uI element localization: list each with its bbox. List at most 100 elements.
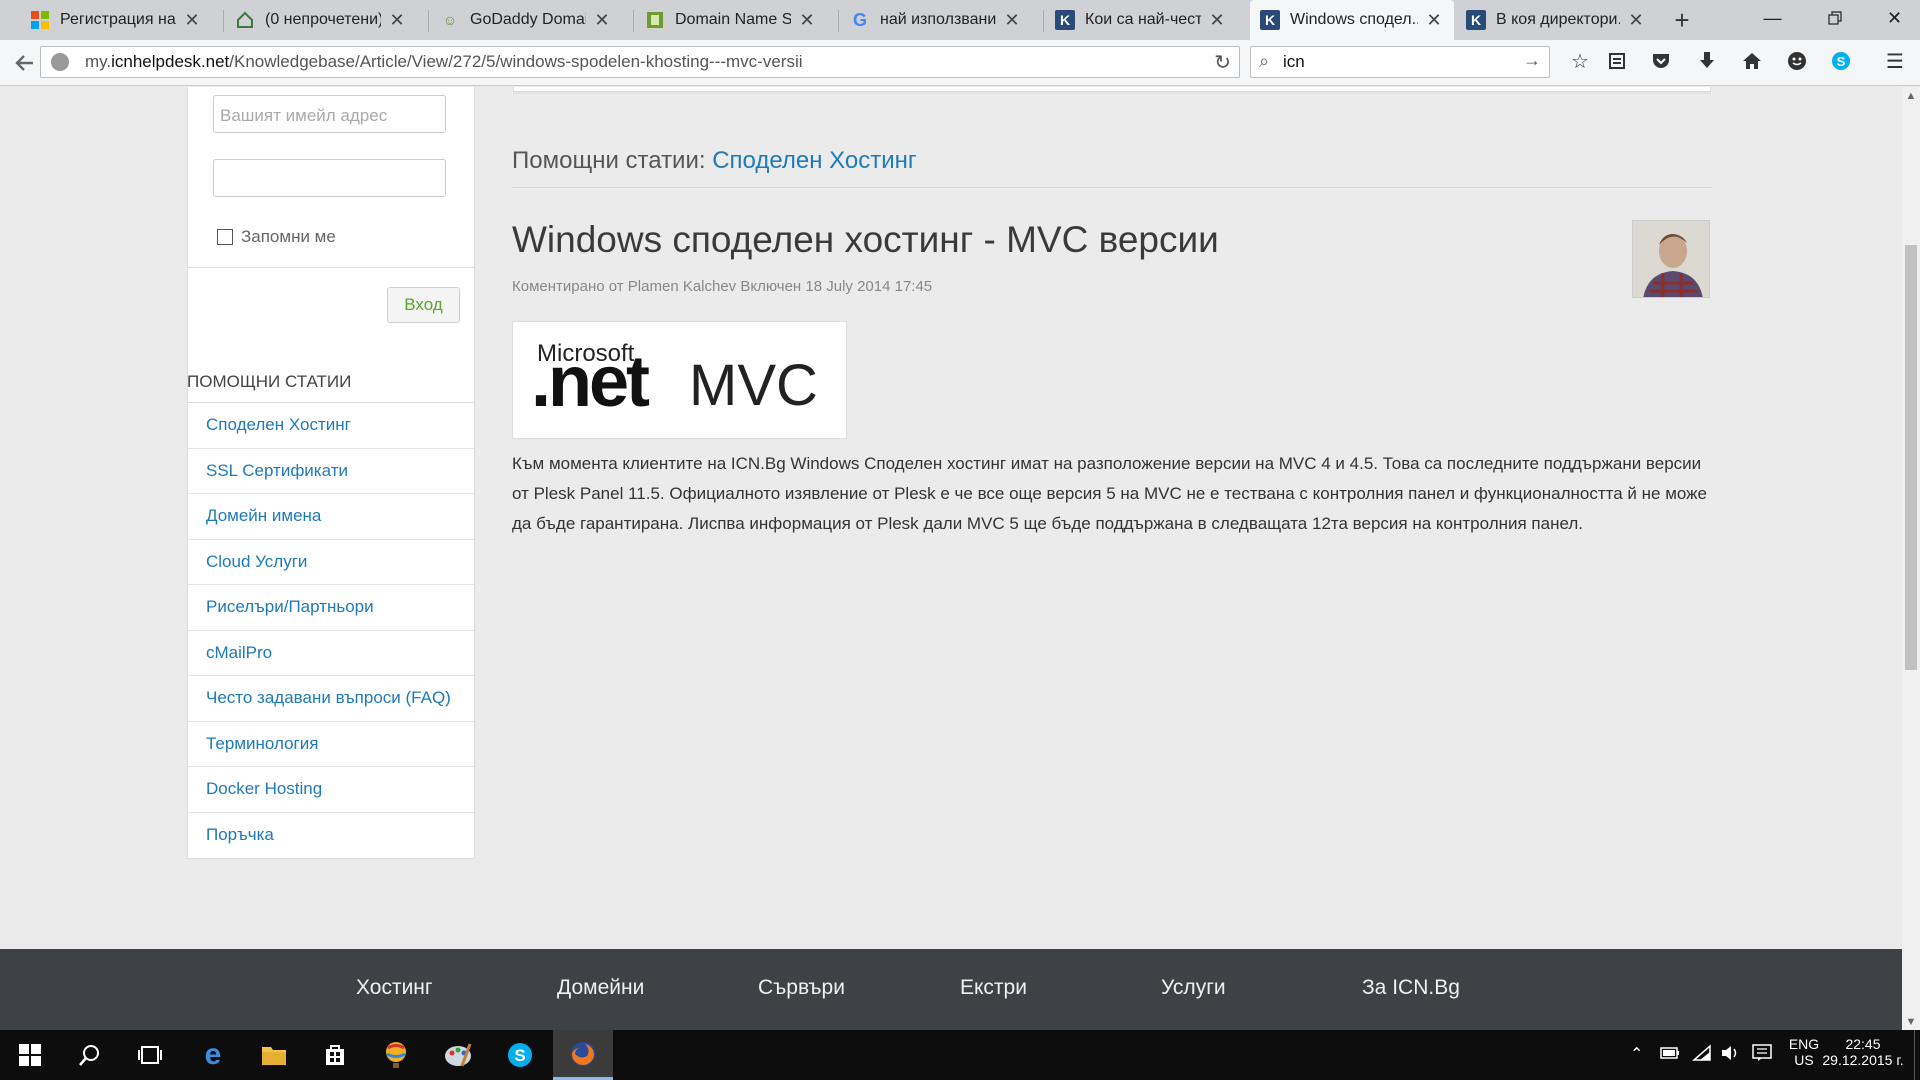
back-button[interactable] (10, 48, 40, 78)
pocket-icon[interactable] (1646, 48, 1676, 74)
new-tab-button[interactable]: + (1662, 0, 1702, 40)
sidebar-heading: ПОМОЩНИ СТАТИИ (187, 372, 352, 391)
show-desktop-button[interactable] (1914, 1030, 1920, 1080)
sidebar-item-faq[interactable]: Често задавани въпроси (FAQ) (188, 676, 474, 722)
close-tab-icon[interactable]: ✕ (387, 10, 407, 31)
bookmark-star-icon[interactable]: ☆ (1565, 48, 1595, 74)
clock-date: 29.12.2015 г. (1822, 1052, 1904, 1068)
browser-tab-4[interactable]: Domain Name S... ✕ (635, 0, 827, 40)
password-field[interactable] (213, 159, 446, 197)
store-taskbar-button[interactable] (305, 1030, 365, 1080)
search-value: icn (1283, 52, 1305, 71)
sidebar-item-cmailpro[interactable]: cMailPro (188, 631, 474, 676)
browser-tab-6[interactable]: K Кои са най-чест... ✕ (1045, 0, 1237, 40)
restore-button[interactable] (1812, 0, 1857, 36)
browser-tab-active[interactable]: K Windows сподел... ✕ (1250, 0, 1454, 40)
close-tab-icon[interactable]: ✕ (592, 10, 612, 31)
tab-separator (838, 10, 839, 32)
login-button[interactable]: Вход (387, 287, 460, 323)
kayako-icon: K (1466, 10, 1486, 30)
sidebar-item-resellers[interactable]: Риселъри/Партньори (188, 585, 474, 631)
tab-title: най използвани... (880, 11, 996, 28)
close-tab-icon[interactable]: ✕ (1424, 10, 1444, 31)
footer-link-domains[interactable]: Домейни (557, 976, 644, 1000)
download-icon[interactable] (1692, 48, 1722, 74)
logo-net-text: .net (531, 342, 650, 422)
search-go-icon[interactable]: → (1523, 50, 1541, 71)
tab-title: Windows сподел... (1290, 11, 1418, 28)
hello-chat-icon[interactable] (1782, 48, 1812, 74)
menu-hamburger-icon[interactable]: ☰ (1880, 48, 1910, 74)
home-page-icon (235, 10, 255, 30)
browser-tab-2[interactable]: (0 непрочетени)... ✕ (225, 0, 417, 40)
close-tab-icon[interactable]: ✕ (1626, 10, 1646, 31)
close-tab-icon[interactable]: ✕ (182, 10, 202, 31)
sidebar-item-ssl[interactable]: SSL Сертификати (188, 449, 474, 494)
search-panel-edge (513, 87, 1711, 92)
footer-link-services[interactable]: Услуги (1161, 976, 1226, 1000)
svg-text:S: S (1837, 54, 1846, 69)
tab-strip: Регистрация на ... ✕ (0 непрочетени)... … (0, 0, 1920, 40)
email-placeholder: Вашият имейл адрес (220, 106, 388, 125)
home-icon[interactable] (1737, 48, 1767, 74)
tab-title: В коя директори... (1496, 11, 1620, 28)
email-field[interactable]: Вашият имейл адрес (213, 95, 446, 133)
battery-icon[interactable] (1660, 1046, 1680, 1063)
close-tab-icon[interactable]: ✕ (1002, 10, 1022, 31)
skype-taskbar-button[interactable]: S (490, 1030, 550, 1080)
author-avatar (1632, 220, 1710, 298)
reload-icon[interactable]: ↻ (1214, 50, 1231, 75)
sidebar-item-terminology[interactable]: Терминология (188, 722, 474, 767)
back-arrow-icon (15, 55, 33, 71)
url-path: /Knowledgebase/Article/View/272/5/window… (229, 52, 803, 71)
close-window-button[interactable]: ✕ (1872, 0, 1917, 36)
tray-overflow-icon[interactable]: ⌃ (1630, 1044, 1643, 1064)
start-button[interactable] (0, 1030, 60, 1080)
search-taskbar-button[interactable] (60, 1030, 120, 1080)
firefox-taskbar-button[interactable] (553, 1030, 613, 1080)
browser-tab-8[interactable]: K В коя директори... ✕ (1456, 0, 1656, 40)
input-language[interactable]: ENG US (1784, 1036, 1824, 1068)
balloon-app-taskbar-button[interactable] (366, 1030, 426, 1080)
close-tab-icon[interactable]: ✕ (1207, 10, 1227, 31)
kayako-icon: K (1055, 10, 1075, 30)
scroll-down-icon[interactable]: ▼ (1902, 1013, 1920, 1030)
action-center-icon[interactable] (1752, 1044, 1772, 1065)
kayako-icon: K (1260, 10, 1280, 30)
reading-list-icon[interactable] (1602, 48, 1632, 74)
breadcrumb-category-link[interactable]: Споделен Хостинг (712, 147, 916, 174)
address-bar[interactable]: my. icnhelpdesk.net/Knowledgebase/Article… (40, 46, 1240, 78)
paint-app-taskbar-button[interactable] (428, 1030, 488, 1080)
footer-link-extras[interactable]: Екстри (960, 976, 1027, 1000)
search-bar[interactable]: ⌕ icn → (1250, 46, 1550, 78)
sidebar-item-shared-hosting[interactable]: Споделен Хостинг (188, 403, 474, 449)
remember-me[interactable]: Запомни ме (217, 227, 336, 247)
file-explorer-taskbar-button[interactable] (244, 1030, 304, 1080)
close-tab-icon[interactable]: ✕ (797, 10, 817, 31)
skype-icon[interactable]: S (1826, 48, 1856, 74)
sidebar-item-docker[interactable]: Docker Hosting (188, 767, 474, 813)
volume-icon[interactable] (1720, 1044, 1740, 1065)
minimize-button[interactable]: — (1750, 0, 1795, 36)
site-info-icon[interactable] (51, 53, 69, 71)
scroll-up-icon[interactable]: ▲ (1902, 87, 1920, 104)
folder-icon (262, 1047, 286, 1065)
remember-label: Запомни ме (241, 227, 336, 246)
wifi-icon[interactable] (1692, 1044, 1712, 1065)
language-code: ENG (1788, 1036, 1820, 1052)
footer-link-hosting[interactable]: Хостинг (356, 976, 433, 1000)
browser-tab-3[interactable]: ☺ GoDaddy Domai... ✕ (430, 0, 622, 40)
browser-tab-1[interactable]: Регистрация на ... ✕ (20, 0, 212, 40)
scrollbar-thumb[interactable] (1905, 245, 1917, 670)
sidebar-item-order[interactable]: Поръчка (188, 813, 474, 859)
clock[interactable]: 22:45 29.12.2015 г. (1822, 1036, 1904, 1068)
footer-link-about[interactable]: За ICN.Bg (1362, 976, 1460, 1000)
task-view-button[interactable] (120, 1030, 180, 1080)
footer-link-servers[interactable]: Сървъри (758, 976, 845, 1000)
edge-taskbar-button[interactable]: e (183, 1030, 243, 1080)
remember-checkbox[interactable] (217, 229, 233, 245)
sidebar-item-cloud[interactable]: Cloud Услуги (188, 540, 474, 585)
windows-logo-icon (30, 10, 50, 30)
sidebar-item-domains[interactable]: Домейн имена (188, 494, 474, 540)
browser-tab-5[interactable]: G най използвани... ✕ (840, 0, 1032, 40)
